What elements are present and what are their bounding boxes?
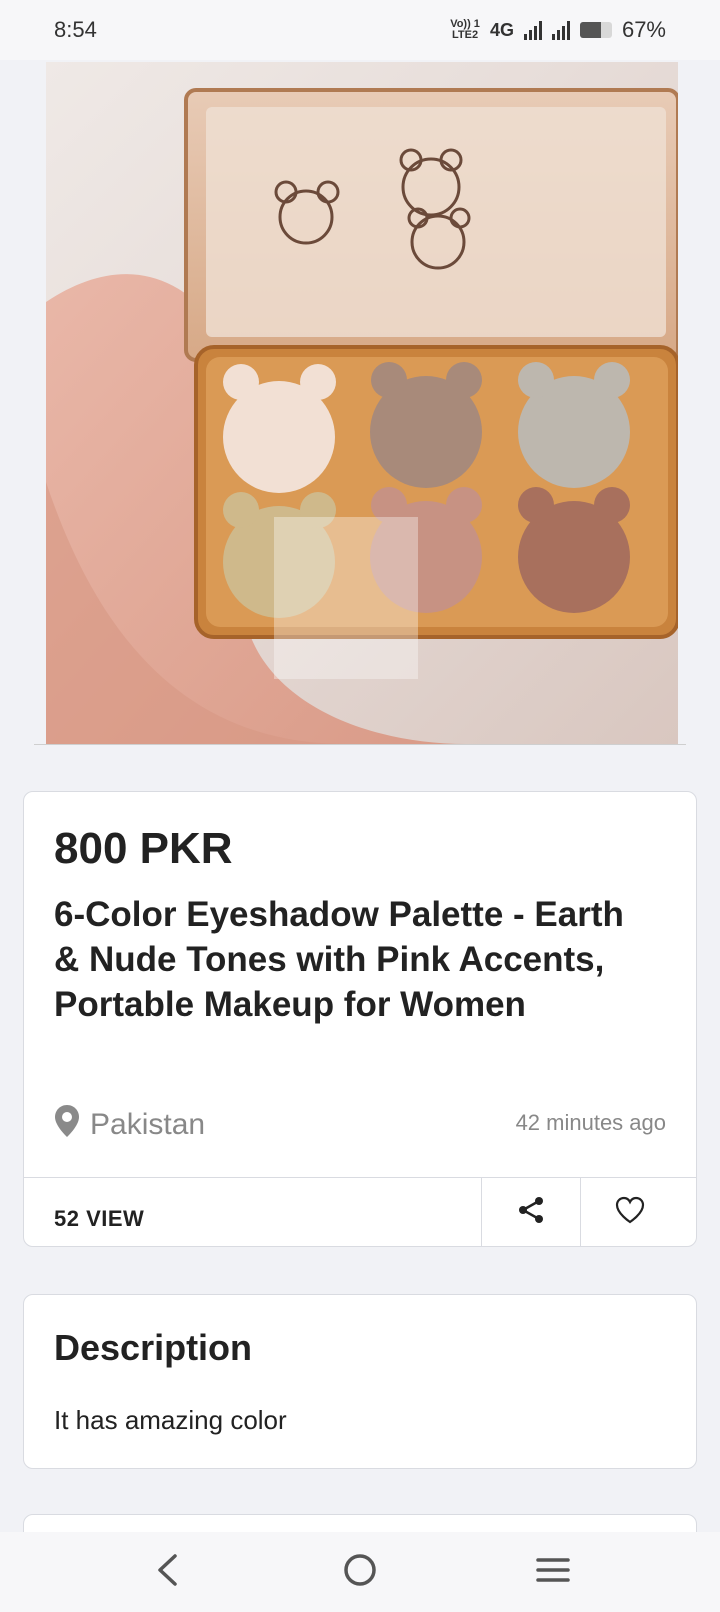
description-text: It has amazing color xyxy=(54,1405,287,1435)
share-button[interactable] xyxy=(481,1178,581,1246)
signal-icon-2 xyxy=(551,20,570,40)
network-type: 4G xyxy=(489,19,514,40)
view-count: 52 VIEW xyxy=(54,1206,145,1231)
location-pin-icon xyxy=(54,1104,80,1146)
home-icon xyxy=(342,1552,378,1593)
heart-icon xyxy=(615,1196,645,1229)
product-title: 6-Color Eyeshadow Palette - Earth & Nude… xyxy=(54,895,624,1024)
image-divider xyxy=(34,744,686,745)
status-icons: Vo)) 1 LTE2 4G 67% xyxy=(450,17,666,43)
status-bar: 8:54 Vo)) 1 LTE2 4G 67% xyxy=(0,0,720,60)
battery-percent: 67% xyxy=(621,17,666,42)
navigation-bar xyxy=(0,1532,720,1612)
product-price: 800 PKR xyxy=(54,824,233,873)
product-image[interactable] xyxy=(46,62,678,744)
posted-time: 42 minutes ago xyxy=(515,1110,666,1135)
menu-button[interactable] xyxy=(513,1542,593,1602)
product-location: Pakistan xyxy=(54,1104,205,1146)
location-text: Pakistan xyxy=(90,1108,206,1141)
description-heading: Description xyxy=(54,1327,253,1368)
battery-icon xyxy=(579,22,612,38)
home-button[interactable] xyxy=(320,1542,400,1602)
status-time: 8:54 xyxy=(54,17,97,42)
volte-indicator: Vo)) 1 LTE2 xyxy=(450,18,480,41)
signal-icon-1 xyxy=(523,20,542,40)
menu-icon xyxy=(536,1556,571,1589)
favorite-button[interactable] xyxy=(580,1178,680,1246)
product-info-card: 800 PKR 6-Color Eyeshadow Palette - Eart… xyxy=(23,791,697,1247)
description-card: Description It has amazing color xyxy=(23,1294,697,1469)
back-button[interactable] xyxy=(127,1542,207,1602)
back-icon xyxy=(155,1553,179,1592)
share-icon xyxy=(516,1195,546,1230)
eyeshadow-palette-image xyxy=(46,88,678,744)
